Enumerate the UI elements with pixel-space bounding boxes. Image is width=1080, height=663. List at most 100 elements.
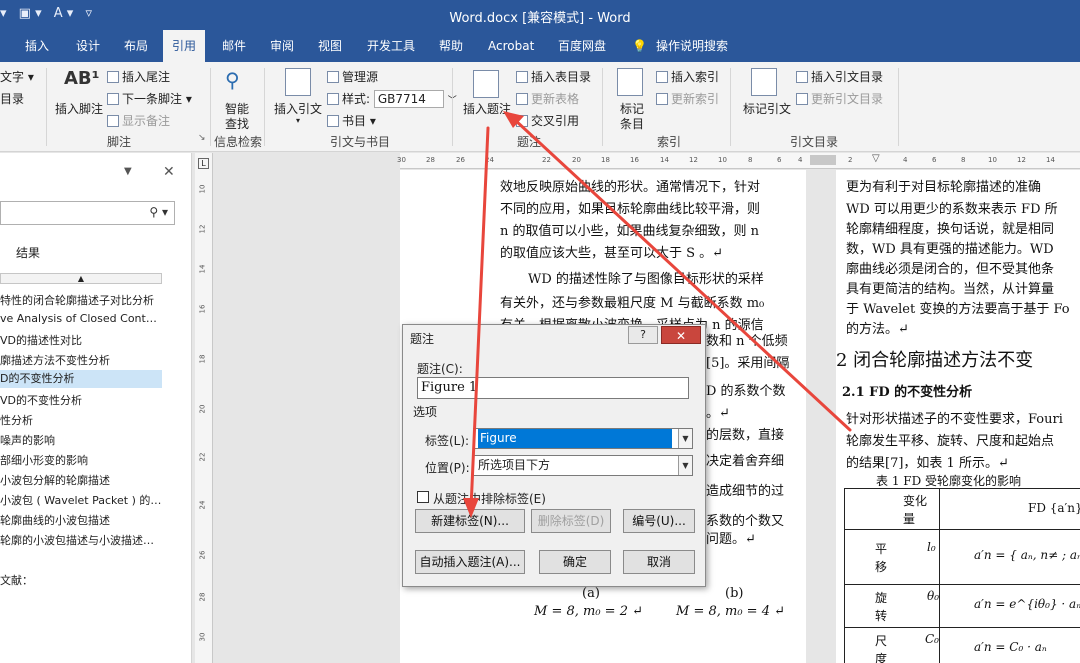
ruler-tick: 10: [718, 156, 727, 164]
dialog-title: 题注: [410, 332, 435, 346]
position-select[interactable]: 所选项目下方 ▼: [473, 455, 693, 476]
insert-endnote-button[interactable]: 插入尾注: [107, 68, 170, 85]
help-icon[interactable]: ?: [628, 326, 658, 344]
table-row-label: 平移: [875, 542, 888, 574]
insert-table-of-figures-button[interactable]: 插入表目录: [516, 68, 591, 85]
insert-toa-button[interactable]: 插入引文目录: [796, 68, 883, 85]
nav-heading-item[interactable]: 噪声的影响: [0, 432, 55, 448]
dialog-launcher-icon[interactable]: ↘: [198, 133, 206, 143]
tell-me-search[interactable]: 操作说明搜索: [656, 30, 728, 62]
footnote-icon: AB¹: [64, 68, 100, 89]
close-icon[interactable]: ✕: [163, 164, 175, 180]
endnote-icon: [107, 71, 119, 83]
numbering-button[interactable]: 编号(U)...: [623, 509, 695, 533]
body-text-line: 。↵: [706, 406, 730, 421]
collapse-handle[interactable]: ▲: [0, 273, 162, 284]
nav-heading-item[interactable]: 轮廓曲线的小波包描述: [0, 512, 110, 528]
nav-heading-item[interactable]: ve Analysis of Closed Cont…: [0, 312, 157, 325]
figure-subcaption-b: (b): [725, 586, 744, 601]
table-cell: 变化量: [844, 488, 940, 530]
document-page-right[interactable]: 更为有利于对目标轮廓描述的准确 WD 可以用更少的系数来表示 FD 所 轮廓精细…: [836, 170, 1080, 663]
insert-index-button[interactable]: 插入索引: [656, 68, 719, 85]
body-text-line: 的结果[7]，如表 1 所示。↵: [846, 456, 1009, 471]
tab-baidu-netdisk[interactable]: 百度网盘: [558, 30, 606, 62]
ok-button[interactable]: 确定: [539, 550, 611, 574]
pane-options-icon[interactable]: ▼: [124, 166, 132, 177]
table-of-contents-button[interactable]: 目录: [0, 90, 24, 107]
cross-reference-button[interactable]: 交叉引用: [516, 112, 579, 129]
group-index-label: 索引: [657, 135, 682, 149]
nav-heading-item[interactable]: 文献：: [0, 572, 33, 588]
body-text-line: 数和 n 个低频: [706, 334, 788, 349]
show-notes-button[interactable]: 显示备注: [107, 112, 170, 129]
table-caption: 表 1 FD 受轮廓变化的影响: [876, 474, 1022, 488]
nav-heading-item[interactable]: 性分析: [0, 412, 33, 428]
chevron-down-icon[interactable]: ▼: [678, 456, 692, 475]
ruler-tick: 4: [903, 156, 908, 164]
tab-selector-icon[interactable]: L: [198, 158, 209, 169]
tab-help[interactable]: 帮助: [439, 30, 463, 62]
label-select[interactable]: Figure ▼: [473, 428, 693, 449]
table-cell: a′n = { aₙ, n≠ ; aₙ+l₀, n=: [939, 529, 1080, 585]
insert-caption-button[interactable]: 插入题注: [463, 100, 511, 117]
tab-mailings[interactable]: 邮件: [222, 30, 246, 62]
indent-marker-icon[interactable]: ▽: [872, 153, 880, 164]
figure-subcaption-a: (a): [582, 586, 600, 601]
tab-developer[interactable]: 开发工具: [367, 30, 415, 62]
delete-label-button[interactable]: 删除标签(D): [531, 509, 611, 533]
style-select[interactable]: GB7714: [373, 90, 444, 108]
exclude-label-checkbox[interactable]: [417, 491, 429, 503]
results-tab[interactable]: 结果: [16, 244, 40, 261]
new-label-button[interactable]: 新建标签(N)...: [415, 509, 525, 533]
update-table-button[interactable]: 更新表格: [516, 90, 579, 107]
chevron-down-icon[interactable]: ▾: [296, 116, 300, 125]
next-footnote-button[interactable]: 下一条脚注 ▾: [107, 90, 192, 107]
show-notes-label: 显示备注: [122, 114, 171, 128]
body-text-line: 轮廓精细程度，换句话说，就是相同: [846, 222, 1055, 237]
ruler-tick: 18: [198, 354, 207, 364]
tab-view[interactable]: 视图: [318, 30, 342, 62]
show-notes-icon: [107, 115, 119, 127]
ruler-tick: 12: [1017, 156, 1026, 164]
tab-design[interactable]: 设计: [76, 30, 100, 62]
ruler-tick: 10: [988, 156, 997, 164]
body-text-line: WD 的描述性除了与图像目标形状的采样: [528, 272, 764, 287]
ruler-tick: 20: [198, 404, 207, 414]
mark-citation-button[interactable]: 标记引文: [743, 100, 791, 117]
tab-acrobat[interactable]: Acrobat: [488, 30, 534, 62]
close-icon[interactable]: ✕: [661, 326, 701, 344]
nav-heading-item[interactable]: 廓描述方法不变性分析: [0, 352, 110, 368]
search-icon[interactable]: ⚲ ▾: [149, 205, 168, 219]
body-text-line: 于 Wavelet 变换的方法要高于基于 Fo: [846, 302, 1070, 317]
insert-endnote-label: 插入尾注: [122, 70, 171, 84]
nav-heading-item[interactable]: VD的描述性对比: [0, 332, 82, 348]
nav-heading-item[interactable]: 小波包 ( Wavelet Packet ) 的…: [0, 492, 161, 508]
tab-review[interactable]: 审阅: [270, 30, 294, 62]
mark-citation-icon: [751, 68, 777, 96]
body-text-line: 轮廓发生平移、旋转、尺度和起始点: [846, 434, 1055, 449]
chevron-down-icon[interactable]: ▼: [678, 429, 692, 448]
bibliography-button[interactable]: 书目 ▾: [327, 112, 376, 129]
autocaption-button[interactable]: 自动插入题注(A)...: [415, 550, 525, 574]
add-text-button[interactable]: 文字 ▾: [0, 68, 34, 85]
update-toa-button[interactable]: 更新引文目录: [796, 90, 883, 107]
caption-input[interactable]: Figure 1: [417, 377, 689, 399]
insert-footnote-button[interactable]: 插入脚注: [55, 100, 103, 117]
update-index-button[interactable]: 更新索引: [656, 90, 719, 107]
nav-heading-item[interactable]: 部细小形变的影响: [0, 452, 88, 468]
cancel-button[interactable]: 取消: [623, 550, 695, 574]
tab-references[interactable]: 引用: [163, 30, 206, 62]
body-text-line: D 的系数个数: [706, 384, 786, 399]
nav-heading-item-active[interactable]: D的不变性分析: [0, 370, 162, 388]
insert-citation-button[interactable]: 插入引文: [274, 100, 322, 117]
nav-heading-item[interactable]: VD的不变性分析: [0, 392, 82, 408]
search-input[interactable]: ⚲ ▾: [0, 201, 175, 225]
table-cell: FD {a′n}: [939, 488, 1080, 530]
manage-sources-button[interactable]: 管理源: [327, 68, 378, 85]
nav-heading-item[interactable]: 特性的闭合轮廓描述子对比分析: [0, 292, 154, 308]
tab-layout[interactable]: 布局: [124, 30, 148, 62]
mark-entry-icon: [617, 68, 643, 96]
nav-heading-item[interactable]: 小波包分解的轮廓描述: [0, 472, 110, 488]
nav-heading-item[interactable]: 轮廓的小波包描述与小波描述…: [0, 532, 154, 548]
tab-insert[interactable]: 插入: [25, 30, 49, 62]
